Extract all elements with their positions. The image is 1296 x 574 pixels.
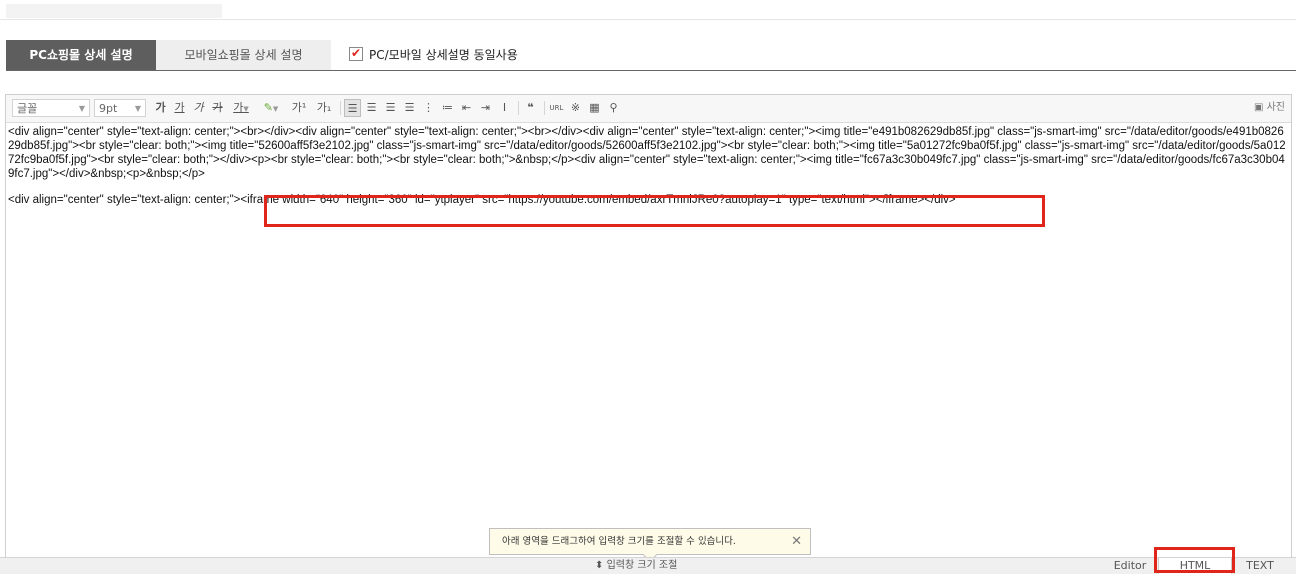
special-char-icon[interactable]: ※ — [567, 99, 584, 117]
chevron-down-icon: ▼ — [272, 105, 279, 113]
same-description-label: PC/모바일 상세설명 동일사용 — [369, 48, 518, 62]
chevron-down-icon: ▼ — [134, 104, 141, 113]
resize-tooltip: 아래 영역을 드래그하여 입력창 크기를 조절할 수 있습니다. ✕ — [489, 528, 811, 563]
resize-arrows-icon: ⬍ — [595, 560, 604, 571]
font-size-value: 9pt — [99, 102, 118, 115]
align-left-icon[interactable]: ☰ — [344, 99, 361, 117]
outdent-icon[interactable]: ⇤ — [458, 99, 475, 117]
image-icon: ▣ — [1253, 102, 1264, 113]
superscript-button[interactable]: 가¹ — [288, 99, 310, 117]
highlighter-icon: ✎ — [263, 101, 273, 114]
font-family-select[interactable]: 글꼴 ▼ — [12, 99, 90, 117]
checkmark-icon: ✔ — [351, 46, 362, 60]
toolbar-divider — [518, 101, 519, 115]
description-tabs: PC쇼핑몰 상세 설명 모바일쇼핑몰 상세 설명 ✔ PC/모바일 상세설명 동일… — [6, 40, 1296, 71]
same-description-toggle[interactable]: ✔ PC/모바일 상세설명 동일사용 — [349, 40, 518, 70]
toolbar-divider — [340, 101, 341, 115]
resize-handle[interactable]: ⬍ 입력창 크기 조절 — [595, 559, 677, 573]
editor-bottom-bar: ⬍ 입력창 크기 조절 Editor HTML TEXT — [0, 557, 1296, 574]
chevron-down-icon: ▼ — [78, 104, 85, 113]
strikethrough-button[interactable]: 가 — [209, 99, 226, 117]
font-family-value: 글꼴 — [17, 102, 38, 115]
top-placeholder — [6, 4, 222, 18]
close-icon[interactable]: ✕ — [791, 529, 802, 554]
code-block: <div align="center" style="text-align: c… — [8, 126, 1286, 180]
resize-label: 입력창 크기 조절 — [606, 560, 678, 571]
subscript-button[interactable]: 가₁ — [313, 99, 335, 117]
html-tab-highlight-box — [1154, 547, 1235, 573]
same-description-checkbox[interactable]: ✔ — [349, 46, 363, 61]
bold-button[interactable]: 가 — [152, 99, 169, 117]
tooltip-text: 아래 영역을 드래그하여 입력창 크기를 조절할 수 있습니다. — [502, 536, 736, 547]
tab-mobile-description[interactable]: 모바일쇼핑몰 상세 설명 — [156, 40, 331, 70]
iframe-highlight-box — [264, 195, 1045, 227]
tab-pc-description[interactable]: PC쇼핑몰 상세 설명 — [6, 40, 156, 70]
quote-icon[interactable]: ❝ — [522, 99, 539, 117]
italic-button[interactable]: 가 — [190, 99, 207, 117]
background-color-button[interactable]: ✎▼ — [258, 99, 284, 117]
link-icon[interactable]: URL — [548, 99, 565, 117]
toolbar-divider — [544, 101, 545, 115]
table-icon[interactable]: ▦ — [586, 99, 603, 117]
underline-button[interactable]: 가 — [171, 99, 188, 117]
mode-text-tab[interactable]: TEXT — [1230, 558, 1290, 574]
editor-toolbar: 글꼴 ▼ 9pt ▼ 가 가 가 가 가▼ ✎▼ 가¹ 가₁ ☰ ☰ ☰ ☰ ⋮ ≔… — [6, 95, 1291, 123]
align-center-icon[interactable]: ☰ — [363, 99, 380, 117]
indent-icon[interactable]: ⇥ — [477, 99, 494, 117]
ordered-list-icon[interactable]: ⋮ — [420, 99, 437, 117]
mode-editor-tab[interactable]: Editor — [1100, 558, 1160, 574]
unordered-list-icon[interactable]: ≔ — [439, 99, 456, 117]
font-color-button[interactable]: 가▼ — [228, 99, 254, 117]
font-color-label: 가 — [233, 101, 244, 114]
align-right-icon[interactable]: ☰ — [382, 99, 399, 117]
chevron-down-icon: ▼ — [243, 105, 249, 113]
photo-button[interactable]: ▣ 사진 — [1254, 99, 1285, 117]
photo-label: 사진 — [1266, 102, 1285, 113]
align-justify-icon[interactable]: ☰ — [401, 99, 418, 117]
font-size-select[interactable]: 9pt ▼ — [94, 99, 146, 117]
line-height-icon[interactable]: Ⅰ — [496, 99, 513, 117]
search-icon[interactable]: ⚲ — [605, 99, 622, 117]
rich-text-editor: 글꼴 ▼ 9pt ▼ 가 가 가 가 가▼ ✎▼ 가¹ 가₁ ☰ ☰ ☰ ☰ ⋮ ≔… — [5, 94, 1292, 574]
top-bar — [0, 0, 1296, 20]
